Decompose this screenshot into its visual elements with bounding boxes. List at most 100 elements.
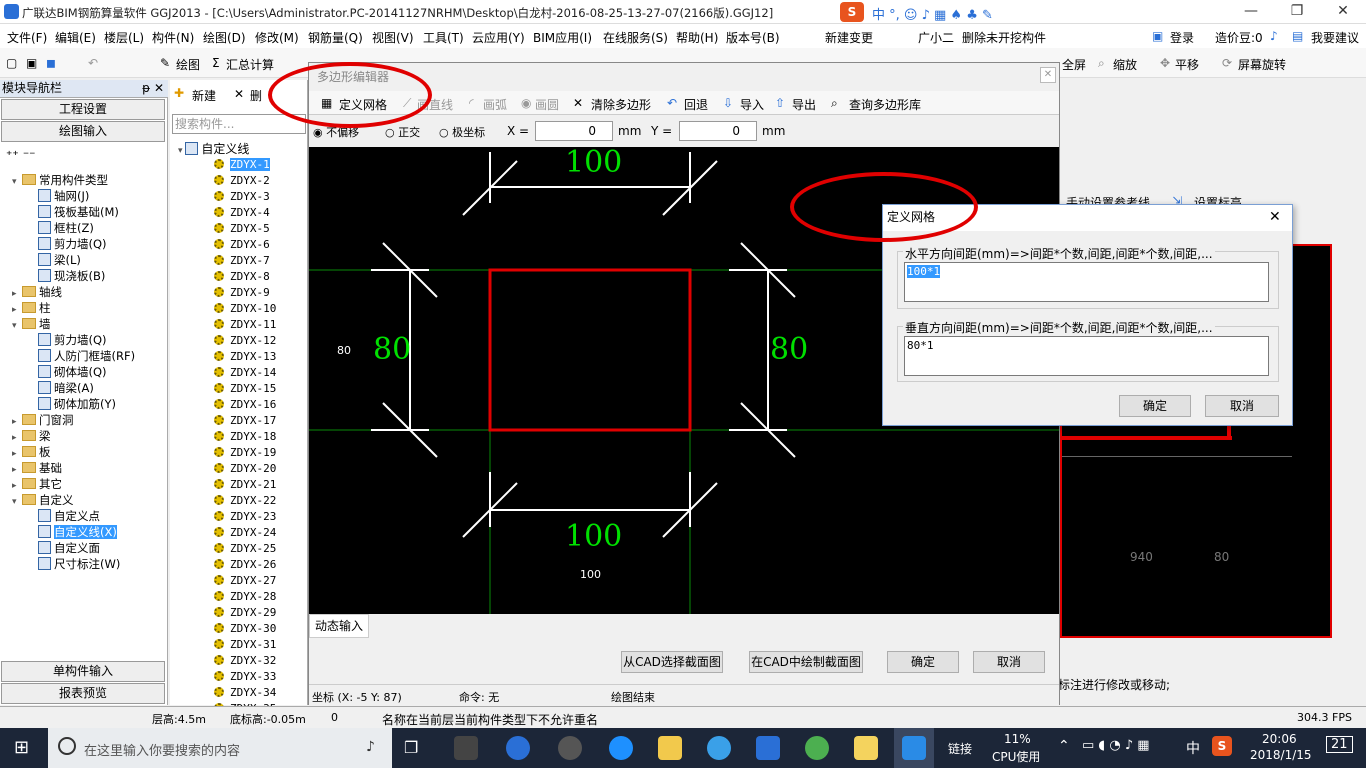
delete-component-icon[interactable]: ✕ xyxy=(234,87,244,101)
task-view-icon[interactable]: ❐ xyxy=(404,738,418,757)
list-item[interactable]: ZDYX-20 xyxy=(214,461,276,477)
mic-icon[interactable]: ♪ xyxy=(366,739,375,755)
list-item[interactable]: ZDYX-22 xyxy=(214,493,276,509)
nav-tree-item[interactable]: 梁(L) xyxy=(38,252,81,268)
list-item[interactable]: ZDYX-26 xyxy=(214,557,276,573)
glodon-g-icon[interactable] xyxy=(756,736,780,760)
list-item[interactable]: ZDYX-11 xyxy=(214,317,276,333)
list-item[interactable]: ZDYX-1 xyxy=(214,157,270,173)
list-item[interactable]: ZDYX-5 xyxy=(214,221,270,237)
list-item[interactable]: ZDYX-3 xyxy=(214,189,270,205)
ime-chinese-icon[interactable]: 中 °, ☺ ♪ ▦ ♠ ♣ ✎ xyxy=(872,4,993,23)
grid-ok-button[interactable]: 确定 xyxy=(1119,395,1191,417)
undo-icon[interactable]: ↶ xyxy=(88,56,98,70)
maximize-button[interactable]: ❐ xyxy=(1274,0,1320,24)
menu-bim[interactable]: BIM应用(I) xyxy=(533,29,592,46)
menu-version[interactable]: 版本号(B) xyxy=(726,29,780,46)
menu-floor[interactable]: 楼层(L) xyxy=(104,29,144,46)
list-item[interactable]: ZDYX-32 xyxy=(214,653,276,669)
poly-cancel-button[interactable]: 取消 xyxy=(973,651,1045,673)
list-item[interactable]: ZDYX-13 xyxy=(214,349,276,365)
expand-arrow-icon[interactable]: ▾ xyxy=(12,494,22,510)
fullscreen-button[interactable]: 全屏 xyxy=(1062,56,1086,73)
report-preview-button[interactable]: 报表预览 xyxy=(1,683,165,704)
list-item[interactable]: ZDYX-21 xyxy=(214,477,276,493)
list-item[interactable]: ZDYX-2 xyxy=(214,173,270,189)
nav-tree-item[interactable]: ▸ 轴线 xyxy=(12,284,62,300)
menu-edit[interactable]: 编辑(E) xyxy=(55,29,96,46)
list-item[interactable]: ZDYX-18 xyxy=(214,429,276,445)
nav-tree-item[interactable]: 自定义点 xyxy=(38,508,100,524)
nav-tree-item[interactable]: ▾ 常用构件类型 xyxy=(12,172,108,188)
component-search-input[interactable]: 搜索构件... xyxy=(172,114,306,134)
list-item[interactable]: ZDYX-25 xyxy=(214,541,276,557)
close-button[interactable]: ✕ xyxy=(1320,0,1366,24)
draw-in-cad-button[interactable]: 在CAD中绘制截面图 xyxy=(749,651,863,673)
nav-tree-item[interactable]: ▸ 板 xyxy=(12,444,51,460)
nav-tree-item[interactable]: ▸ 基础 xyxy=(12,460,62,476)
save-icon[interactable]: ◼ xyxy=(46,56,56,70)
rotate-button[interactable]: 屏幕旋转 xyxy=(1238,56,1286,73)
menu-draw[interactable]: 绘图(D) xyxy=(203,29,246,46)
notification-center-icon[interactable]: 21 xyxy=(1326,736,1353,753)
list-item[interactable]: ZDYX-17 xyxy=(214,413,276,429)
ime-toolbar[interactable]: S 中 °, ☺ ♪ ▦ ♠ ♣ ✎ xyxy=(838,2,1053,23)
login-link[interactable]: 登录 xyxy=(1170,29,1194,46)
horizontal-spacing-input[interactable]: 100*1 xyxy=(904,262,1269,302)
draw-circle-button[interactable]: 画圆 xyxy=(535,96,559,113)
nav-tree-item[interactable]: ▸ 门窗洞 xyxy=(12,412,74,428)
edge-browser-icon[interactable] xyxy=(609,736,633,760)
menu-component[interactable]: 构件(N) xyxy=(152,29,194,46)
dynamic-input-tab[interactable]: 动态输入 xyxy=(309,614,369,638)
draw-input-button[interactable]: 绘图输入 xyxy=(1,121,165,142)
poly-ok-button[interactable]: 确定 xyxy=(887,651,959,673)
taskbar-link[interactable]: 链接 xyxy=(948,740,972,757)
nav-tree-item[interactable]: 尺寸标注(W) xyxy=(38,556,120,572)
radio-ortho[interactable]: ○ 正交 xyxy=(385,124,420,140)
expand-arrow-icon[interactable]: ▾ xyxy=(12,318,22,334)
nav-tree-item[interactable]: 框柱(Z) xyxy=(38,220,94,236)
menu-view[interactable]: 视图(V) xyxy=(372,29,414,46)
notepad-app-icon[interactable] xyxy=(854,736,878,760)
expand-collapse-icon[interactable]: ⁺⁺ ⁻⁻ xyxy=(6,148,36,162)
list-item[interactable]: ZDYX-15 xyxy=(214,381,276,397)
dialog-close-icon[interactable]: ✕ xyxy=(1269,209,1281,225)
nav-tree-item[interactable]: 砌体墙(Q) xyxy=(38,364,107,380)
list-item[interactable]: ZDYX-19 xyxy=(214,445,276,461)
draw-button[interactable]: 绘图 xyxy=(176,56,200,73)
app-badge-icon[interactable] xyxy=(558,736,582,760)
list-item[interactable]: ZDYX-8 xyxy=(214,269,270,285)
zoom-button[interactable]: 缩放 xyxy=(1113,56,1137,73)
y-input[interactable]: 0 xyxy=(679,121,757,141)
menu-online[interactable]: 在线服务(S) xyxy=(603,29,668,46)
pan-button[interactable]: 平移 xyxy=(1175,56,1199,73)
nav-tree-item[interactable]: 暗梁(A) xyxy=(38,380,94,396)
suggest-link[interactable]: 我要建议 xyxy=(1311,29,1359,46)
menu-file[interactable]: 文件(F) xyxy=(7,29,47,46)
list-item[interactable]: ZDYX-27 xyxy=(214,573,276,589)
list-item[interactable]: ZDYX-33 xyxy=(214,669,276,685)
bell-icon[interactable]: ♪ xyxy=(1270,29,1278,43)
windows-start-icon[interactable]: ⊞ xyxy=(14,738,34,758)
x-input[interactable]: 0 xyxy=(535,121,613,141)
list-item[interactable]: ZDYX-14 xyxy=(214,365,276,381)
nav-tree-item[interactable]: 剪力墙(Q) xyxy=(38,236,107,252)
list-item[interactable]: ZDYX-9 xyxy=(214,285,270,301)
menu-rebar[interactable]: 钢筋量(Q) xyxy=(308,29,363,46)
taskbar-search-box[interactable]: 在这里输入你要搜索的内容 ♪ xyxy=(48,728,392,768)
poly-close-icon[interactable]: ✕ xyxy=(1040,67,1056,83)
radio-polar[interactable]: ○ 极坐标 xyxy=(439,124,485,140)
component-root[interactable]: ▾ 自定义线 xyxy=(178,140,249,157)
list-item[interactable]: ZDYX-23 xyxy=(214,509,276,525)
nav-tree-item[interactable]: ▸ 柱 xyxy=(12,300,51,316)
select-from-cad-button[interactable]: 从CAD选择截面图 xyxy=(621,651,723,673)
query-polygon-lib-button[interactable]: 查询多边形库 xyxy=(849,96,921,113)
nav-tree-item[interactable]: ▾ 自定义 xyxy=(12,492,74,508)
vertical-spacing-input[interactable]: 80*1 xyxy=(904,336,1269,376)
new-component-button[interactable]: 新建 xyxy=(192,87,216,104)
expand-arrow-icon[interactable]: ▾ xyxy=(12,174,22,190)
list-item[interactable]: ZDYX-28 xyxy=(214,589,276,605)
nav-tree-item[interactable]: ▾ 墙 xyxy=(12,316,51,332)
menu-help[interactable]: 帮助(H) xyxy=(676,29,718,46)
ie-browser-icon[interactable] xyxy=(506,736,530,760)
